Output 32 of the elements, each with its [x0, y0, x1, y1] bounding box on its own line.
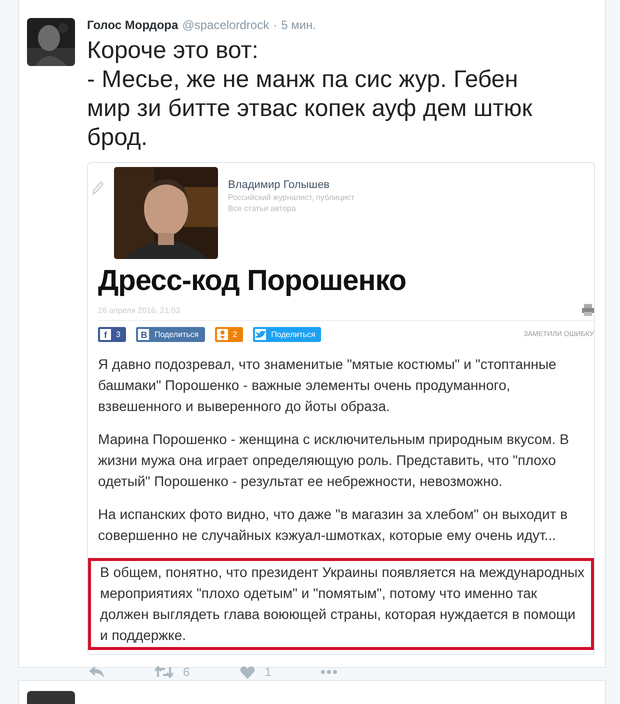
separator: ·: [273, 18, 278, 32]
share-button[interactable]: f 3: [98, 327, 126, 342]
share-button[interactable]: Поделиться: [253, 327, 322, 342]
print-icon[interactable]: [582, 304, 594, 316]
heart-icon: [240, 666, 255, 678]
article-paragraph: На испанских фото видно, что даже "в магазин за хлебом" он выходит в совершенно не случайных кэжуал-шмотках, которые ему очень идут...: [98, 505, 569, 545]
share-button[interactable]: 2: [214, 327, 244, 342]
reply-icon: [89, 666, 105, 678]
article-paragraph: В общем, понятно, что президент Украины появляется на международных мероприятиях "плохо одетым" и "помятым", потому что именно так должен выглядеть глава воюющей страны, которая нуждается в помощи и поддержке.: [88, 558, 594, 650]
article-paragraph: Я давно подозревал, что знаменитые "мятые костюмы" и "стоптанные башмаки" Порошенко - важные элементы очень продуманного, взвешенного и выверенного до йоты образа.: [98, 355, 558, 416]
article-author[interactable]: Владимир Голышев: [228, 179, 358, 191]
author-articles-link[interactable]: Все статьи автора: [228, 204, 358, 213]
article-headline: Дресс-код Порошенко: [98, 265, 408, 298]
like-button[interactable]: 1: [240, 665, 272, 679]
share-button[interactable]: В Поделиться: [136, 327, 205, 342]
bird-icon: [255, 330, 266, 339]
more-button[interactable]: [321, 670, 338, 674]
article-screenshot[interactable]: [87, 162, 595, 655]
pen-icon: [92, 181, 104, 195]
author-bio: Российский журналист, публицист: [228, 193, 356, 202]
tweet-time[interactable]: 5 мин.: [281, 18, 316, 32]
avatar[interactable]: [27, 18, 75, 66]
reply-button[interactable]: [89, 666, 105, 678]
tweet-text: - Месье, же не манж па сис жур. Гебен мир зи битте этвас копек ауф дем штюк брод.: [87, 65, 534, 152]
more-icon: [321, 670, 338, 674]
retweet-button[interactable]: 6: [155, 665, 190, 679]
author-handle[interactable]: @spacelordrock: [182, 18, 270, 32]
tweet-text: Короче это вот:: [87, 36, 260, 65]
retweet-icon: [155, 666, 173, 678]
person-icon: [218, 330, 226, 340]
author-name[interactable]: Голос Мордора: [87, 18, 178, 32]
article-paragraph: Марина Порошенко - женщина с исключительным природным вкусом. В жизни мужа она играет определяющую роль. Представить, что "плохо одетый" Порошенко - результат ее небрежности, невозможно.: [98, 430, 570, 491]
